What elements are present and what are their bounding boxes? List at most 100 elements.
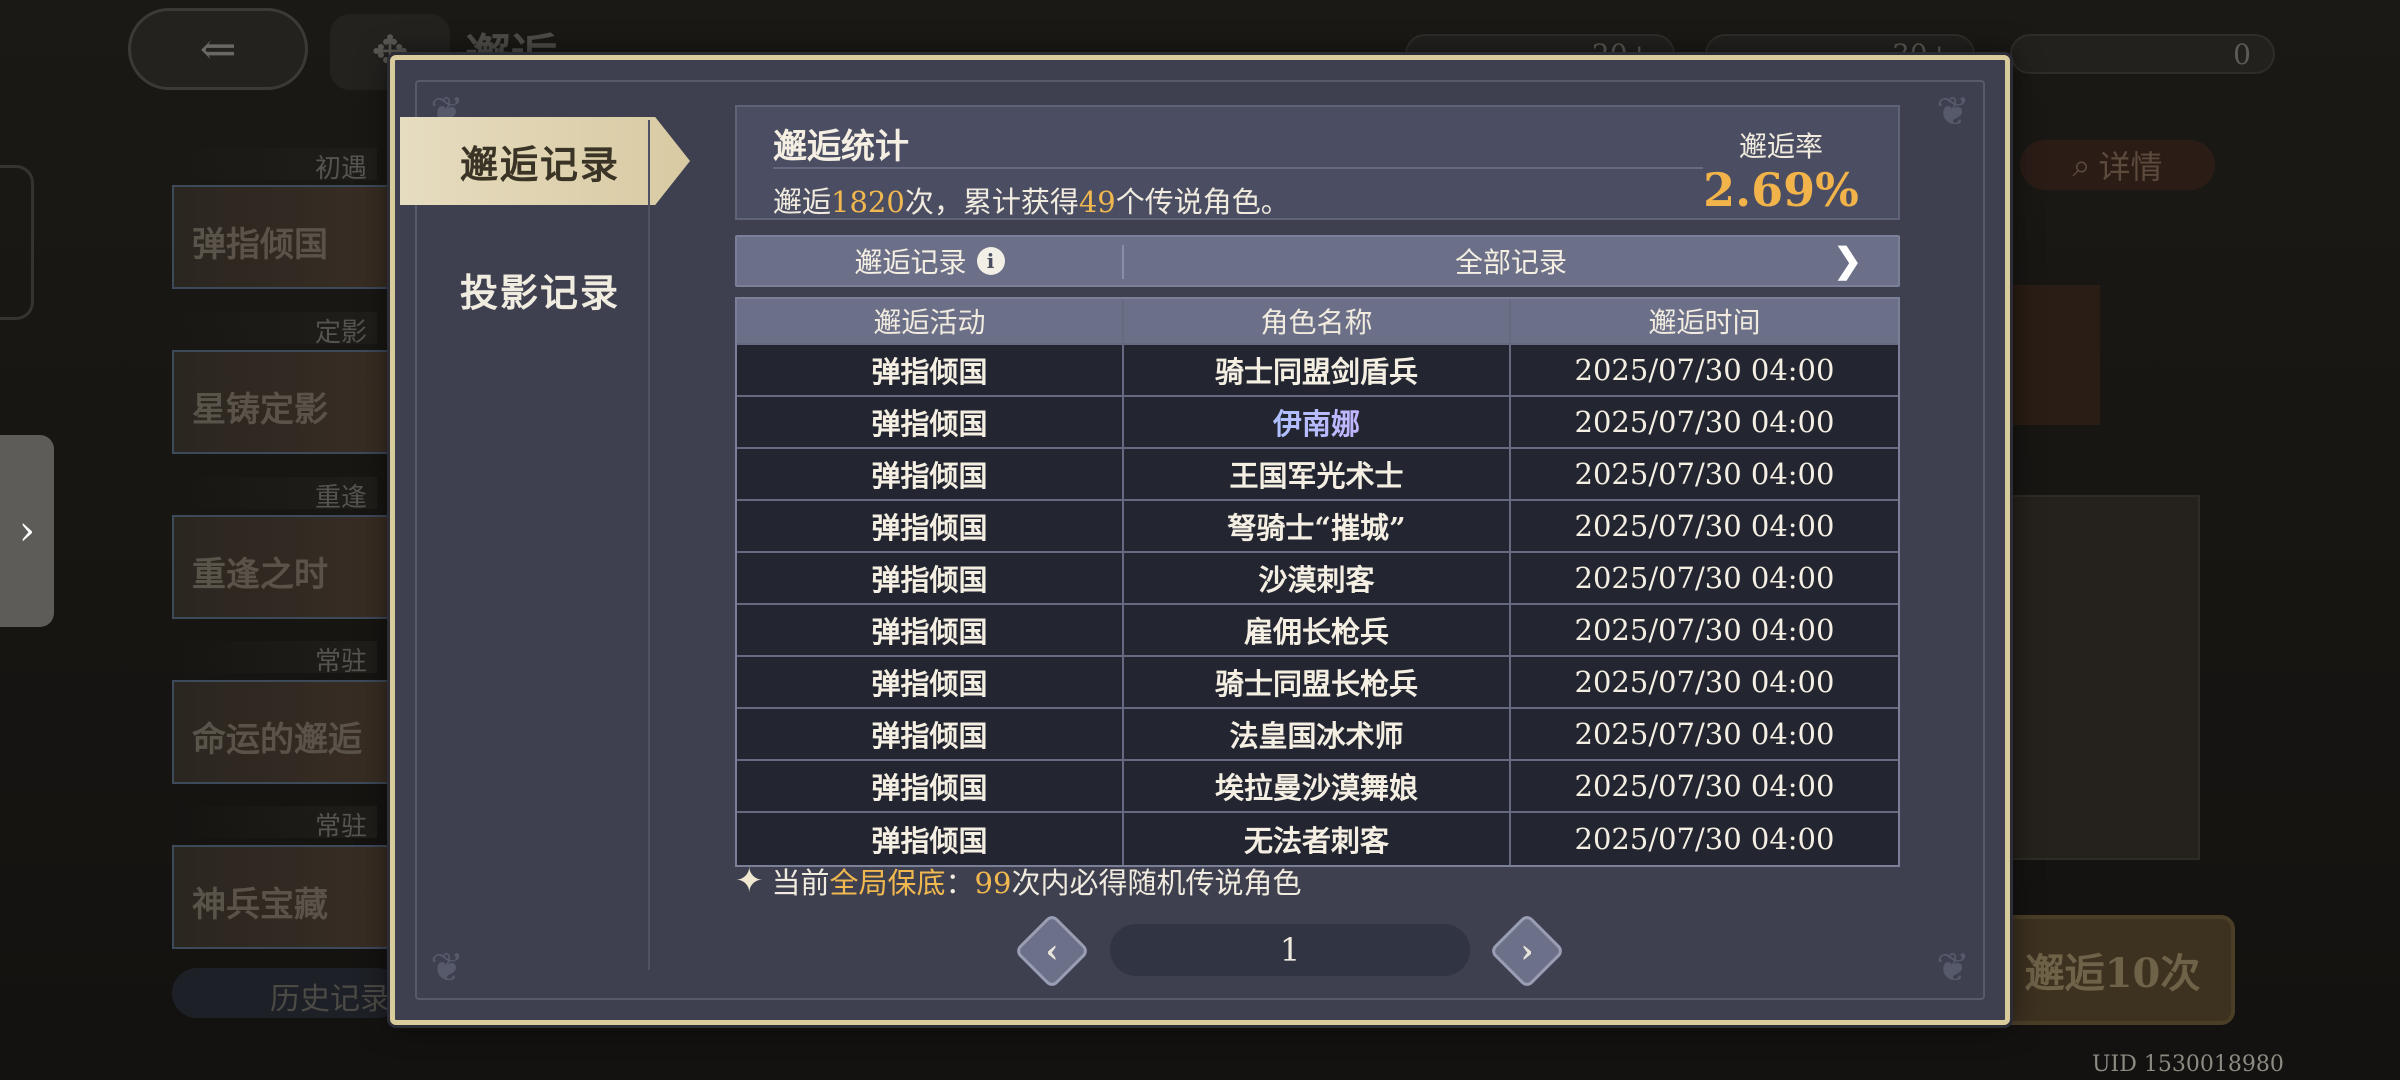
record-filter-bar: 邂逅记录 i 全部记录 ❯ <box>735 235 1900 287</box>
row-activity: 弹指倾国 <box>737 657 1124 707</box>
row-character-name: 无法者刺客 <box>1124 813 1511 865</box>
row-time: 2025/07/30 04:00 <box>1574 457 1835 491</box>
table-row: 弹指倾国 雇佣长枪兵 2025/07/30 04:00 <box>737 605 1898 657</box>
pagination: ‹ 1 › <box>1013 912 1605 990</box>
row-activity: 弹指倾国 <box>737 397 1124 447</box>
stats-summary: 邂逅1820次，累计获得49个传说角色。 <box>773 179 1290 221</box>
row-character-name: 王国军光术士 <box>1124 449 1511 499</box>
table-row: 弹指倾国 埃拉曼沙漠舞娘 2025/07/30 04:00 <box>737 761 1898 813</box>
magnifier-icon: ⌕ <box>2072 145 2091 184</box>
row-time: 2025/07/30 04:00 <box>1574 405 1835 439</box>
row-activity: 弹指倾国 <box>737 553 1124 603</box>
row-character-name: 沙漠刺客 <box>1124 553 1511 603</box>
banner-tag: 常驻 <box>172 641 377 677</box>
banner-item[interactable]: 重逢之时 <box>172 515 412 619</box>
table-body: 弹指倾国 骑士同盟剑盾兵 2025/07/30 04:00 弹指倾国 伊南娜 2025/0… <box>737 345 1898 865</box>
detail-label: 详情 <box>2098 148 2163 186</box>
sparkle-star-icon: ✦ <box>735 861 764 901</box>
row-time: 2025/07/30 04:00 <box>1574 353 1835 387</box>
chevron-right-icon[interactable]: ❯ <box>1834 241 1863 281</box>
stats-panel: 邂逅统计 邂逅1820次，累计获得49个传说角色。 邂逅率 2.69% <box>735 105 1900 220</box>
row-time: 2025/07/30 04:00 <box>1574 769 1835 803</box>
record-filter-value: 全部记录 <box>1454 246 1567 279</box>
row-time: 2025/07/30 04:00 <box>1574 613 1835 647</box>
next-page-icon: › <box>1520 932 1534 970</box>
banner-tag: 常驻 <box>172 806 377 842</box>
row-time: 2025/07/30 04:00 <box>1574 822 1835 856</box>
side-bracket <box>0 165 34 320</box>
banner-tag: 初遇 <box>172 148 377 184</box>
banner-item[interactable]: 命运的邂逅 <box>172 680 412 784</box>
summon-10-button[interactable]: 邂逅10次 <box>1990 915 2235 1025</box>
banner-tag: 定影 <box>172 312 377 348</box>
header-character: 角色名称 <box>1124 299 1511 343</box>
corner-ornament-icon: ❦ <box>1936 945 1970 991</box>
row-time: 2025/07/30 04:00 <box>1574 509 1835 543</box>
header-activity: 邂逅活动 <box>737 299 1124 343</box>
side-expand-tab[interactable]: › <box>0 435 54 627</box>
table-row: 弹指倾国 骑士同盟长枪兵 2025/07/30 04:00 <box>737 657 1898 709</box>
pity-prefix: 当前 <box>771 866 830 900</box>
sidebar-divider <box>648 120 650 970</box>
table-row: 弹指倾国 沙漠刺客 2025/07/30 04:00 <box>737 553 1898 605</box>
pity-highlight: 全局保底 <box>829 866 946 900</box>
row-character-name: 雇佣长枪兵 <box>1124 605 1511 655</box>
row-activity: 弹指倾国 <box>737 501 1124 551</box>
stats-divider <box>773 167 1703 169</box>
header-time: 邂逅时间 <box>1648 306 1761 339</box>
table-row: 弹指倾国 无法者刺客 2025/07/30 04:00 <box>737 813 1898 865</box>
rate-value: 2.69% <box>1703 163 1859 217</box>
chevron-right-icon: › <box>19 508 35 554</box>
row-character-name: 弩骑士“摧城” <box>1124 501 1511 551</box>
table-row: 弹指倾国 骑士同盟剑盾兵 2025/07/30 04:00 <box>737 345 1898 397</box>
banner-item[interactable]: 弹指倾国 <box>172 185 412 289</box>
history-button[interactable]: 历史记录 <box>172 968 402 1018</box>
info-icon[interactable]: i <box>976 247 1005 275</box>
pity-count: 99 <box>974 866 1012 900</box>
table-row: 弹指倾国 伊南娜 2025/07/30 04:00 <box>737 397 1898 449</box>
tab-projection-record[interactable]: 投影记录 <box>400 245 660 333</box>
record-table: 邂逅活动 角色名称 邂逅时间 弹指倾国 骑士同盟剑盾兵 2025/07/30 04:… <box>735 297 1900 867</box>
uid-label: UID 1530018980 <box>2092 1052 2284 1077</box>
pity-info: ✦ 当前全局保底：99次内必得随机传说角色 <box>735 860 1301 902</box>
row-activity: 弹指倾国 <box>737 345 1124 395</box>
table-header: 邂逅活动 角色名称 邂逅时间 <box>737 299 1898 345</box>
currency-3[interactable]: 0 <box>2010 34 2275 74</box>
row-activity: 弹指倾国 <box>737 761 1124 811</box>
table-row: 弹指倾国 王国军光术士 2025/07/30 04:00 <box>737 449 1898 501</box>
row-time: 2025/07/30 04:00 <box>1574 665 1835 699</box>
banner-item[interactable]: 神兵宝藏 <box>172 845 412 949</box>
tab-summon-record[interactable]: 邂逅记录 <box>400 117 690 205</box>
row-character-name: 埃拉曼沙漠舞娘 <box>1124 761 1511 811</box>
prev-page-button[interactable]: ‹ <box>1013 912 1091 990</box>
row-time: 2025/07/30 04:00 <box>1574 561 1835 595</box>
back-button[interactable]: ⇐ <box>128 8 308 90</box>
corner-ornament-icon: ❦ <box>1936 89 1970 135</box>
summon-record-modal: ❦ ❦ ❦ ❦ 邂逅记录 投影记录 邂逅统计 邂逅1820次，累计获得49个传说… <box>390 55 2010 1025</box>
row-character-name: 法皇国冰术师 <box>1124 709 1511 759</box>
row-activity: 弹指倾国 <box>737 605 1124 655</box>
row-character-name: 伊南娜 <box>1124 397 1511 447</box>
table-row: 弹指倾国 法皇国冰术师 2025/07/30 04:00 <box>737 709 1898 761</box>
record-type-text: 邂逅记录 <box>854 246 967 279</box>
back-arrow-icon: ⇐ <box>199 23 237 75</box>
banner-item[interactable]: 星铸定影 <box>172 350 412 454</box>
stats-title: 邂逅统计 <box>773 127 909 167</box>
banner-tag: 重逢 <box>172 477 377 513</box>
record-filter-select[interactable]: 全部记录 <box>1124 237 1898 285</box>
stats-text-mid: 次，累计获得 <box>904 185 1079 219</box>
modal-sidebar: 邂逅记录 投影记录 <box>395 60 690 1020</box>
row-character-name: 骑士同盟长枪兵 <box>1124 657 1511 707</box>
page-number: 1 <box>1110 924 1470 976</box>
table-row: 弹指倾国 弩骑士“摧城” 2025/07/30 04:00 <box>737 501 1898 553</box>
row-character-name: 骑士同盟剑盾兵 <box>1124 345 1511 395</box>
row-time: 2025/07/30 04:00 <box>1574 717 1835 751</box>
banner-art <box>1990 495 2200 860</box>
record-type-label: 邂逅记录 i <box>737 237 1122 285</box>
next-page-button[interactable]: › <box>1488 912 1566 990</box>
pity-suffix: 次内必得随机传说角色 <box>1011 866 1302 900</box>
row-activity: 弹指倾国 <box>737 709 1124 759</box>
detail-button[interactable]: ⌕ 详情 <box>2020 140 2215 190</box>
legend-count: 49 <box>1078 185 1116 219</box>
stats-text-suffix: 个传说角色。 <box>1115 185 1290 219</box>
